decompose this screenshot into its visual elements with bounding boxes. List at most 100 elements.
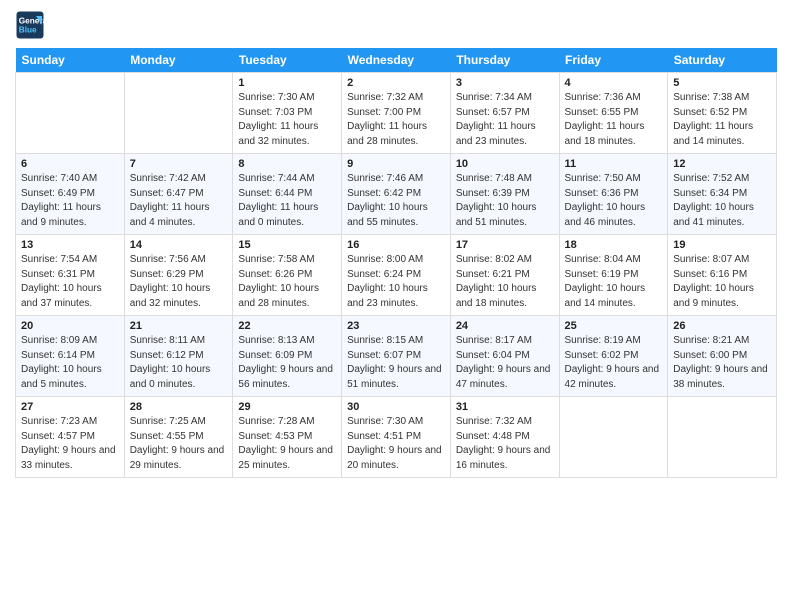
calendar-cell: 3Sunrise: 7:34 AMSunset: 6:57 PMDaylight… <box>450 73 559 154</box>
logo-icon: General Blue <box>15 10 45 40</box>
day-number: 17 <box>456 239 554 251</box>
day-info: Sunrise: 8:15 AMSunset: 6:07 PMDaylight:… <box>347 334 445 392</box>
day-info: Sunrise: 8:02 AMSunset: 6:21 PMDaylight:… <box>456 253 554 311</box>
day-number: 14 <box>130 239 228 251</box>
day-number: 6 <box>21 158 119 170</box>
calendar-cell: 22 Sunrise: 8:13 AMSunset: 6:09 PMDayligh… <box>233 316 342 397</box>
calendar-cell: 2 Sunrise: 7:32 AMSunset: 7:00 PMDaylight… <box>342 73 451 154</box>
calendar-cell: 8 Sunrise: 7:44 AMSunset: 6:44 PMDaylight… <box>233 154 342 235</box>
calendar-cell: 5Sunrise: 7:38 AMSunset: 6:52 PMDaylight… <box>668 73 777 154</box>
day-info: Sunrise: 7:32 AMSunset: 4:48 PMDaylight:… <box>456 415 554 473</box>
day-info: Sunrise: 7:48 AMSunset: 6:39 PMDaylight:… <box>456 172 554 230</box>
calendar-cell <box>124 73 233 154</box>
day-info: Sunrise: 7:32 AMSunset: 7:00 PMDaylight:… <box>347 91 445 149</box>
calendar-header-row: SundayMondayTuesdayWednesdayThursdayFrid… <box>16 48 777 73</box>
day-number: 30 <box>347 401 445 413</box>
calendar-cell: 20 Sunrise: 8:09 AMSunset: 6:14 PMDayligh… <box>16 316 125 397</box>
calendar-cell: 12 Sunrise: 7:52 AMSunset: 6:34 PMDayligh… <box>668 154 777 235</box>
day-info: Sunrise: 7:28 AMSunset: 4:53 PMDaylight:… <box>238 415 336 473</box>
day-number: 20 <box>21 320 119 332</box>
calendar-table: SundayMondayTuesdayWednesdayThursdayFrid… <box>15 48 777 478</box>
day-number: 15 <box>238 239 336 251</box>
day-info: Sunrise: 7:30 AMSunset: 4:51 PMDaylight:… <box>347 415 445 473</box>
calendar-cell: 27 Sunrise: 7:23 AMSunset: 4:57 PMDayligh… <box>16 397 125 478</box>
calendar-cell: 28Sunrise: 7:25 AMSunset: 4:55 PMDayligh… <box>124 397 233 478</box>
calendar-cell: 6 Sunrise: 7:40 AMSunset: 6:49 PMDaylight… <box>16 154 125 235</box>
calendar-cell: 13 Sunrise: 7:54 AMSunset: 6:31 PMDayligh… <box>16 235 125 316</box>
calendar-cell: 18 Sunrise: 8:04 AMSunset: 6:19 PMDayligh… <box>559 235 668 316</box>
day-info: Sunrise: 8:04 AMSunset: 6:19 PMDaylight:… <box>565 253 663 311</box>
calendar-cell: 10 Sunrise: 7:48 AMSunset: 6:39 PMDayligh… <box>450 154 559 235</box>
day-number: 29 <box>238 401 336 413</box>
day-number: 27 <box>21 401 119 413</box>
day-info: Sunrise: 7:36 AMSunset: 6:55 PMDaylight:… <box>565 91 663 149</box>
day-info: Sunrise: 8:07 AMSunset: 6:16 PMDaylight:… <box>673 253 771 311</box>
calendar-container: General Blue SundayMondayTuesdayWednesda… <box>0 0 792 612</box>
calendar-cell: 29 Sunrise: 7:28 AMSunset: 4:53 PMDayligh… <box>233 397 342 478</box>
day-number: 8 <box>238 158 336 170</box>
calendar-cell: 4Sunrise: 7:36 AMSunset: 6:55 PMDaylight… <box>559 73 668 154</box>
calendar-cell: 15 Sunrise: 7:58 AMSunset: 6:26 PMDayligh… <box>233 235 342 316</box>
day-info: Sunrise: 7:40 AMSunset: 6:49 PMDaylight:… <box>21 172 119 230</box>
day-info: Sunrise: 7:58 AMSunset: 6:26 PMDaylight:… <box>238 253 336 311</box>
calendar-cell: 24 Sunrise: 8:17 AMSunset: 6:04 PMDayligh… <box>450 316 559 397</box>
day-number: 13 <box>21 239 119 251</box>
day-info: Sunrise: 8:19 AMSunset: 6:02 PMDaylight:… <box>565 334 663 392</box>
day-info: Sunrise: 7:23 AMSunset: 4:57 PMDaylight:… <box>21 415 119 473</box>
day-number: 11 <box>565 158 663 170</box>
day-info: Sunrise: 7:56 AMSunset: 6:29 PMDaylight:… <box>130 253 228 311</box>
calendar-cell: 26 Sunrise: 8:21 AMSunset: 6:00 PMDayligh… <box>668 316 777 397</box>
day-number: 10 <box>456 158 554 170</box>
calendar-week-row: 20 Sunrise: 8:09 AMSunset: 6:14 PMDayligh… <box>16 316 777 397</box>
day-number: 24 <box>456 320 554 332</box>
day-number: 28 <box>130 401 228 413</box>
day-number: 16 <box>347 239 445 251</box>
day-number: 21 <box>130 320 228 332</box>
calendar-week-row: 13 Sunrise: 7:54 AMSunset: 6:31 PMDayligh… <box>16 235 777 316</box>
day-info: Sunrise: 7:42 AMSunset: 6:47 PMDaylight:… <box>130 172 228 230</box>
day-header-monday: Monday <box>124 48 233 73</box>
calendar-cell: 9 Sunrise: 7:46 AMSunset: 6:42 PMDaylight… <box>342 154 451 235</box>
calendar-cell: 11 Sunrise: 7:50 AMSunset: 6:36 PMDayligh… <box>559 154 668 235</box>
logo: General Blue <box>15 10 49 40</box>
calendar-week-row: 27 Sunrise: 7:23 AMSunset: 4:57 PMDayligh… <box>16 397 777 478</box>
calendar-cell: 1 Sunrise: 7:30 AMSunset: 7:03 PMDaylight… <box>233 73 342 154</box>
calendar-cell: 23 Sunrise: 8:15 AMSunset: 6:07 PMDayligh… <box>342 316 451 397</box>
calendar-cell: 31Sunrise: 7:32 AMSunset: 4:48 PMDayligh… <box>450 397 559 478</box>
day-number: 19 <box>673 239 771 251</box>
day-header-saturday: Saturday <box>668 48 777 73</box>
day-info: Sunrise: 7:52 AMSunset: 6:34 PMDaylight:… <box>673 172 771 230</box>
day-info: Sunrise: 8:21 AMSunset: 6:00 PMDaylight:… <box>673 334 771 392</box>
day-number: 22 <box>238 320 336 332</box>
day-info: Sunrise: 7:30 AMSunset: 7:03 PMDaylight:… <box>238 91 336 149</box>
day-number: 23 <box>347 320 445 332</box>
day-info: Sunrise: 8:09 AMSunset: 6:14 PMDaylight:… <box>21 334 119 392</box>
day-info: Sunrise: 7:46 AMSunset: 6:42 PMDaylight:… <box>347 172 445 230</box>
day-number: 26 <box>673 320 771 332</box>
day-number: 2 <box>347 77 445 89</box>
day-number: 9 <box>347 158 445 170</box>
day-info: Sunrise: 8:17 AMSunset: 6:04 PMDaylight:… <box>456 334 554 392</box>
day-number: 3 <box>456 77 554 89</box>
day-info: Sunrise: 7:54 AMSunset: 6:31 PMDaylight:… <box>21 253 119 311</box>
day-number: 18 <box>565 239 663 251</box>
svg-text:Blue: Blue <box>19 26 37 35</box>
day-number: 7 <box>130 158 228 170</box>
day-number: 12 <box>673 158 771 170</box>
day-header-friday: Friday <box>559 48 668 73</box>
day-info: Sunrise: 8:13 AMSunset: 6:09 PMDaylight:… <box>238 334 336 392</box>
calendar-cell: 30 Sunrise: 7:30 AMSunset: 4:51 PMDayligh… <box>342 397 451 478</box>
day-header-thursday: Thursday <box>450 48 559 73</box>
calendar-cell: 25 Sunrise: 8:19 AMSunset: 6:02 PMDayligh… <box>559 316 668 397</box>
day-info: Sunrise: 8:00 AMSunset: 6:24 PMDaylight:… <box>347 253 445 311</box>
calendar-cell: 17 Sunrise: 8:02 AMSunset: 6:21 PMDayligh… <box>450 235 559 316</box>
day-info: Sunrise: 8:11 AMSunset: 6:12 PMDaylight:… <box>130 334 228 392</box>
calendar-cell: 21 Sunrise: 8:11 AMSunset: 6:12 PMDayligh… <box>124 316 233 397</box>
calendar-cell <box>16 73 125 154</box>
day-number: 25 <box>565 320 663 332</box>
day-header-tuesday: Tuesday <box>233 48 342 73</box>
day-info: Sunrise: 7:44 AMSunset: 6:44 PMDaylight:… <box>238 172 336 230</box>
day-number: 1 <box>238 77 336 89</box>
day-info: Sunrise: 7:38 AMSunset: 6:52 PMDaylight:… <box>673 91 771 149</box>
day-info: Sunrise: 7:50 AMSunset: 6:36 PMDaylight:… <box>565 172 663 230</box>
